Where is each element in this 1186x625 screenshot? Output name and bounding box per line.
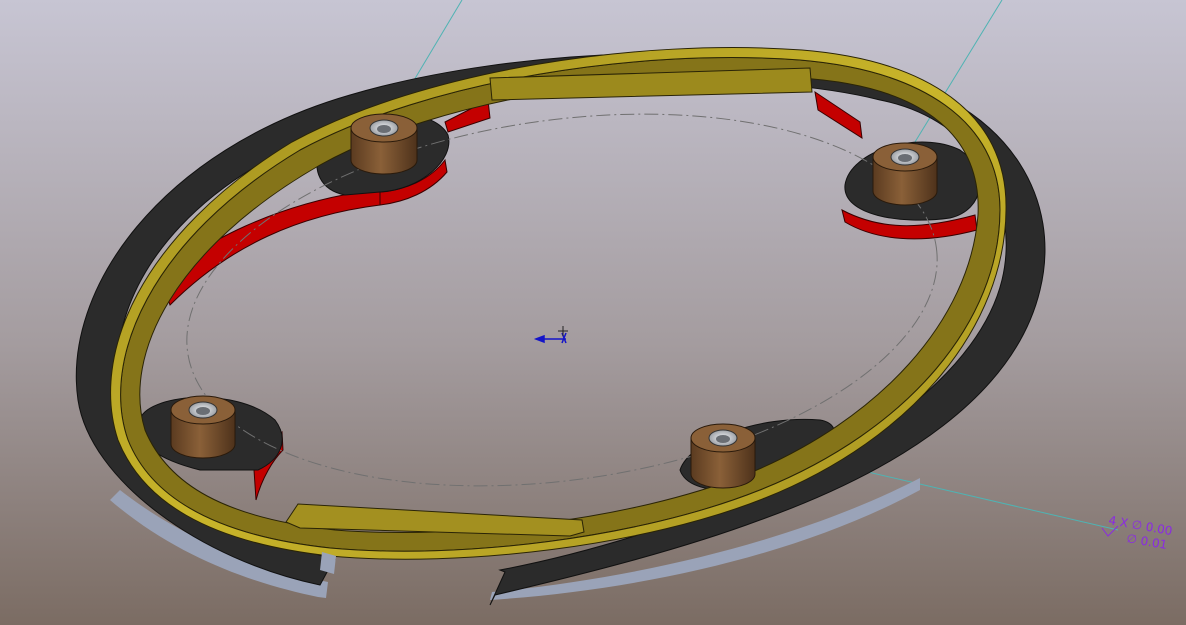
boss — [350, 113, 418, 175]
model-scene[interactable]: 4 X ∅ 0.00 ∅ 0.01 — [0, 0, 1186, 625]
boss — [170, 395, 236, 459]
boss — [690, 423, 756, 489]
boss — [872, 142, 938, 206]
graphics-viewport[interactable]: 4 X ∅ 0.00 ∅ 0.01 — [0, 0, 1186, 625]
